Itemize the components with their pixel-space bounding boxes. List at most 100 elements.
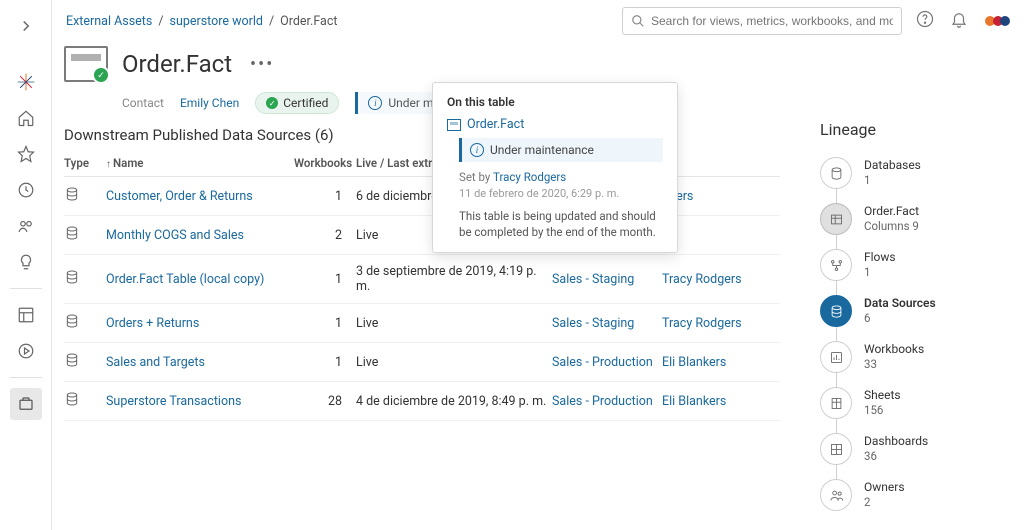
nav-home[interactable] (10, 102, 42, 134)
row-owner-link[interactable]: Tracy Rodgers (662, 316, 742, 331)
table-row: Sales and Targets 1LiveSales - Production… (64, 343, 780, 382)
popover-setby: Set by Tracy Rodgers (459, 170, 663, 184)
lineage-item-databases[interactable]: Databases1 (820, 153, 1024, 193)
notifications-icon[interactable] (950, 10, 968, 32)
table-icon: ✓ (64, 46, 108, 82)
row-name-link[interactable]: Customer, Order & Returns (106, 189, 253, 204)
row-workbooks: 1 (294, 272, 356, 287)
row-live: 3 de septiembre de 2019, 4:19 p. m. (356, 264, 552, 294)
lineage-count: 36 (864, 449, 928, 464)
th-type[interactable]: Type (64, 156, 106, 170)
table-row: Orders + Returns 1LiveSales - Staging Trac… (64, 304, 780, 343)
lineage-item-orderfact[interactable]: Order.FactColumns 9 (820, 199, 1024, 239)
more-actions-button[interactable]: ••• (246, 54, 278, 75)
lineage-dot-icon (820, 387, 852, 419)
nav-favorites[interactable] (10, 138, 42, 170)
lineage-dot-icon (820, 433, 852, 465)
row-live: Live (356, 355, 552, 370)
lineage-title: Lineage (820, 120, 1024, 139)
nav-recommendations[interactable] (10, 246, 42, 278)
datasource-icon (64, 186, 80, 202)
row-project-link[interactable]: Sales - Production (552, 394, 653, 409)
page-title: Order.Fact (122, 50, 232, 78)
user-avatar[interactable] (984, 12, 1010, 30)
breadcrumb-external-assets[interactable]: External Assets (66, 14, 152, 29)
lineage-label: Data Sources (864, 296, 936, 312)
lineage-dot-icon (820, 157, 852, 189)
lineage-count: 2 (864, 495, 905, 510)
datasource-icon (64, 391, 80, 407)
nav-recents[interactable] (10, 174, 42, 206)
row-workbooks: 2 (294, 228, 356, 243)
table-row: Order.Fact Table (local copy) 13 de septi… (64, 255, 780, 304)
search-box[interactable] (622, 7, 902, 35)
row-project-link[interactable]: Sales - Production (552, 355, 653, 370)
row-name-link[interactable]: Sales and Targets (106, 355, 205, 370)
row-name-link[interactable]: Orders + Returns (106, 316, 199, 331)
tableau-logo-icon[interactable] (10, 66, 42, 98)
nav-external-assets[interactable] (10, 388, 42, 420)
lineage-count: 6 (864, 311, 936, 326)
contact-label: Contact (122, 96, 164, 110)
nav-external-icon[interactable] (10, 335, 42, 367)
datasource-icon (64, 352, 80, 368)
lineage-item-datasources[interactable]: Data Sources6 (820, 291, 1024, 331)
popover-heading: On this table (447, 95, 663, 109)
nav-shared[interactable] (10, 210, 42, 242)
top-bar: External Assets / superstore world / Ord… (52, 0, 1024, 42)
info-icon: i (470, 143, 484, 157)
popover-table-row: Order.Fact (447, 117, 663, 132)
th-name[interactable]: ↑Name (106, 156, 294, 170)
lineage-dot-icon (820, 341, 852, 373)
contact-link[interactable]: Emily Chen (180, 96, 239, 110)
row-workbooks: 1 (294, 316, 356, 331)
lineage-item-sheets[interactable]: Sheets156 (820, 383, 1024, 423)
datasource-icon (64, 313, 80, 329)
maintenance-popover: On this table Order.Fact i Under mainten… (432, 82, 678, 253)
lineage-count: 156 (864, 403, 901, 418)
row-project-link[interactable]: Sales - Staging (552, 272, 634, 287)
row-name-link[interactable]: Superstore Transactions (106, 394, 241, 409)
lineage-dot-icon (820, 249, 852, 281)
lineage-label: Order.Fact (864, 204, 919, 220)
lineage-label: Workbooks (864, 342, 924, 358)
search-input[interactable] (651, 14, 893, 28)
row-workbooks: 1 (294, 355, 356, 370)
datasource-icon (64, 225, 80, 241)
row-owner-link[interactable]: Eli Blankers (662, 355, 726, 370)
lineage-panel: Lineage Databases1 Order.FactColumns 9 Flo… (812, 120, 1024, 521)
row-workbooks: 28 (294, 394, 356, 409)
row-live: Live (356, 316, 552, 331)
lineage-item-workbooks[interactable]: Workbooks33 (820, 337, 1024, 377)
info-icon: i (368, 96, 382, 110)
help-icon[interactable] (916, 10, 934, 32)
row-name-link[interactable]: Monthly COGS and Sales (106, 228, 244, 243)
row-live: 4 de diciembre de 2019, 8:49 p. m. (356, 394, 552, 409)
popover-setby-link[interactable]: Tracy Rodgers (493, 170, 566, 184)
lineage-dot-icon (820, 295, 852, 327)
breadcrumb-project[interactable]: superstore world (170, 14, 263, 29)
table-small-icon (447, 119, 461, 131)
lineage-item-owners[interactable]: Owners2 (820, 475, 1024, 515)
lineage-label: Dashboards (864, 434, 928, 450)
popover-status: i Under maintenance (459, 138, 663, 162)
lineage-item-flows[interactable]: Flows1 (820, 245, 1024, 285)
popover-timestamp: 11 de febrero de 2020, 6:29 p. m. (459, 187, 663, 200)
lineage-label: Databases (864, 158, 921, 174)
nav-rail (0, 0, 52, 530)
nav-collapse[interactable] (10, 10, 42, 42)
lineage-item-dashboards[interactable]: Dashboards36 (820, 429, 1024, 469)
lineage-dot-icon (820, 203, 852, 235)
lineage-label: Sheets (864, 388, 901, 404)
lineage-count: 33 (864, 357, 924, 372)
nav-explore[interactable] (10, 299, 42, 331)
table-row: Superstore Transactions 284 de diciembre … (64, 382, 780, 421)
popover-table-link[interactable]: Order.Fact (467, 117, 524, 132)
certified-badge: ✓ Certified (255, 92, 339, 114)
row-name-link[interactable]: Order.Fact Table (local copy) (106, 272, 264, 287)
th-workbooks[interactable]: Workbooks (294, 156, 356, 170)
row-project-link[interactable]: Sales - Staging (552, 316, 634, 331)
row-owner-link[interactable]: Eli Blankers (662, 394, 726, 409)
popover-description: This table is being updated and should b… (459, 208, 663, 240)
row-owner-link[interactable]: Tracy Rodgers (662, 272, 742, 287)
